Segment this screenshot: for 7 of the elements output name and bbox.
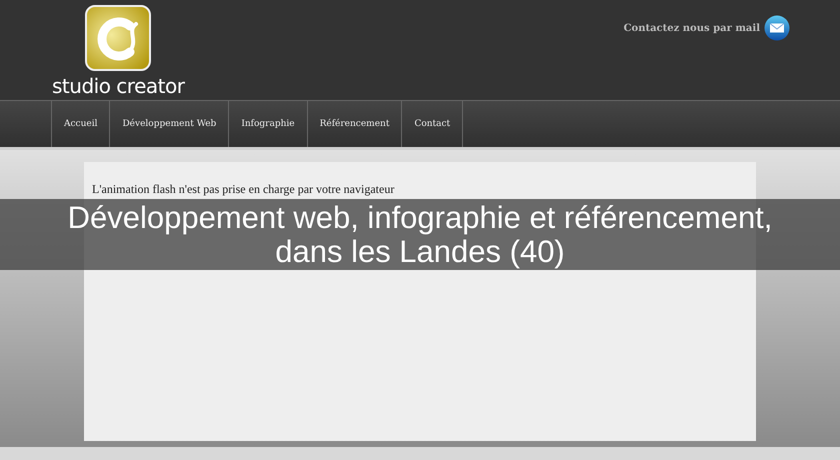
mail-icon[interactable] [764,15,790,41]
contact-link[interactable]: Contactez nous par mail [624,22,760,34]
caption-text: dans les Landes (40) [275,234,565,268]
brand-name: studio creator [52,75,184,97]
caption-text: Développement web, infographie et référencement, [68,200,772,234]
logo-icon [84,4,152,72]
flash-notice: L'animation flash n'est pas prise en charge par votre navigateur [92,182,396,197]
